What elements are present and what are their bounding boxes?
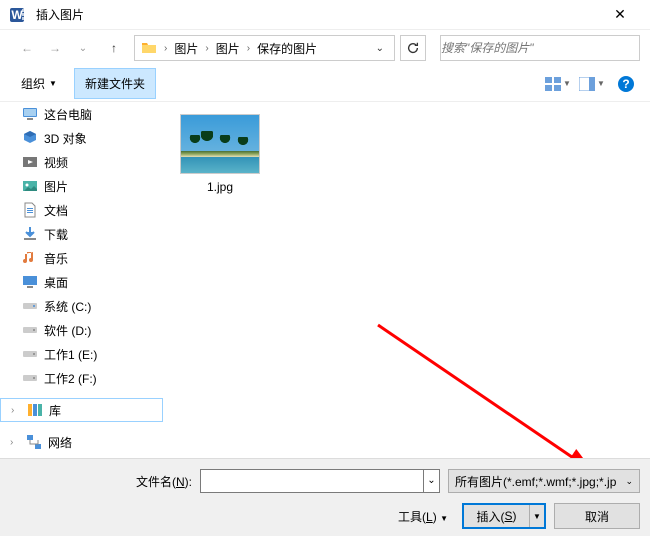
sidebar-item-label: 工作2 (F:) (44, 370, 97, 387)
window-title: 插入图片 (36, 6, 600, 23)
sidebar-item-documents[interactable]: 文档 (0, 198, 163, 222)
filter-text: 所有图片(*.emf;*.wmf;*.jpg;*.jp (455, 473, 625, 490)
sidebar-item-drive-d[interactable]: 软件 (D:) (0, 318, 163, 342)
filename-input[interactable] (200, 469, 424, 493)
desktop-icon (22, 274, 38, 290)
recent-dropdown[interactable]: ⌄ (72, 37, 94, 59)
organize-button[interactable]: 组织 ▼ (10, 68, 68, 99)
sidebar-item-label: 这台电脑 (44, 106, 92, 123)
sidebar-item-desktop[interactable]: 桌面 (0, 270, 163, 294)
library-icon (27, 402, 43, 418)
pictures-icon (22, 178, 38, 194)
cancel-button[interactable]: 取消 (554, 503, 640, 529)
file-list[interactable]: 1.jpg (163, 102, 650, 502)
music-icon (22, 250, 38, 266)
breadcrumb-sep: › (161, 43, 170, 54)
search-box[interactable] (440, 35, 640, 61)
sidebar-item-drive-f[interactable]: 工作2 (F:) (0, 366, 163, 390)
sidebar-item-pictures[interactable]: 图片 (0, 174, 163, 198)
sidebar-item-this-pc[interactable]: 这台电脑 (0, 102, 163, 126)
back-button[interactable]: ← (16, 37, 38, 59)
chevron-down-icon: ▼ (597, 79, 605, 88)
download-icon (22, 226, 38, 242)
breadcrumb-dropdown[interactable]: ⌄ (372, 43, 388, 54)
file-thumbnail (180, 114, 260, 174)
drive-icon (22, 346, 38, 362)
filetype-filter[interactable]: 所有图片(*.emf;*.wmf;*.jpg;*.jp ⌄ (448, 469, 640, 493)
toolbar: 组织 ▼ 新建文件夹 ▼ ▼ ? (0, 66, 650, 102)
main-area: 这台电脑 3D 对象 视频 图片 文档 下载 音乐 桌面 (0, 102, 650, 502)
breadcrumb-bar[interactable]: › 图片 › 图片 › 保存的图片 ⌄ (134, 35, 395, 61)
search-input[interactable] (441, 41, 611, 55)
refresh-button[interactable] (400, 35, 426, 61)
sidebar-item-libraries[interactable]: › 库 (0, 398, 163, 422)
sidebar-item-drive-e[interactable]: 工作1 (E:) (0, 342, 163, 366)
file-name: 1.jpg (175, 180, 265, 194)
filename-dropdown[interactable]: ⌄ (424, 469, 440, 493)
sidebar-item-network[interactable]: › 网络 (0, 430, 163, 454)
chevron-down-icon: ⌄ (625, 476, 633, 487)
drive-icon (22, 298, 38, 314)
folder-icon (141, 40, 157, 56)
sidebar-item-drive-c[interactable]: 系统 (C:) (0, 294, 163, 318)
breadcrumb-item[interactable]: 图片 (216, 40, 240, 57)
help-button[interactable]: ? (612, 73, 640, 95)
sidebar-item-label: 音乐 (44, 250, 68, 267)
sidebar-item-downloads[interactable]: 下载 (0, 222, 163, 246)
filename-label: 文件名(N): (136, 473, 192, 490)
sidebar-item-label: 网络 (48, 434, 72, 451)
documents-icon (22, 202, 38, 218)
chevron-down-icon: ▼ (49, 79, 57, 88)
annotation-arrow (373, 320, 603, 480)
sidebar-item-label: 桌面 (44, 274, 68, 291)
preview-pane-button[interactable]: ▼ (578, 73, 606, 95)
forward-button[interactable]: → (44, 37, 66, 59)
chevron-down-icon: ▼ (563, 79, 571, 88)
navigation-bar: ← → ⌄ ↑ › 图片 › 图片 › 保存的图片 ⌄ (0, 30, 650, 66)
sidebar-item-label: 库 (49, 402, 61, 419)
bottom-panel: 文件名(N): ⌄ 所有图片(*.emf;*.wmf;*.jpg;*.jp ⌄ … (0, 458, 650, 536)
chevron-right-icon: › (11, 405, 21, 416)
new-folder-button[interactable]: 新建文件夹 (74, 68, 156, 99)
pc-icon (22, 106, 38, 122)
breadcrumb-item[interactable]: 图片 (174, 40, 198, 57)
svg-text:W: W (11, 8, 23, 22)
close-button[interactable]: ✕ (600, 1, 640, 29)
insert-button[interactable]: 插入(S) ▼ (462, 503, 546, 529)
breadcrumb-sep: › (202, 43, 211, 54)
insert-button-main[interactable]: 插入(S) (464, 505, 530, 527)
sidebar-item-videos[interactable]: 视频 (0, 150, 163, 174)
drive-icon (22, 370, 38, 386)
video-icon (22, 154, 38, 170)
sidebar[interactable]: 这台电脑 3D 对象 视频 图片 文档 下载 音乐 桌面 (0, 102, 163, 502)
breadcrumb-item[interactable]: 保存的图片 (257, 40, 317, 57)
title-bar: W 插入图片 ✕ (0, 0, 650, 30)
view-mode-button[interactable]: ▼ (544, 73, 572, 95)
sidebar-item-label: 3D 对象 (44, 130, 87, 147)
sidebar-item-label: 工作1 (E:) (44, 346, 97, 363)
sidebar-item-label: 视频 (44, 154, 68, 171)
sidebar-item-label: 系统 (C:) (44, 298, 91, 315)
chevron-right-icon: › (10, 437, 20, 448)
insert-button-dropdown[interactable]: ▼ (530, 505, 544, 527)
file-item[interactable]: 1.jpg (175, 114, 265, 194)
word-icon: W (10, 6, 28, 24)
3d-icon (22, 130, 38, 146)
svg-text:?: ? (622, 77, 629, 91)
tools-button[interactable]: 工具(L) ▼ (398, 508, 448, 525)
sidebar-item-music[interactable]: 音乐 (0, 246, 163, 270)
drive-icon (22, 322, 38, 338)
up-button[interactable]: ↑ (104, 38, 124, 58)
sidebar-item-label: 下载 (44, 226, 68, 243)
sidebar-item-label: 图片 (44, 178, 68, 195)
organize-label: 组织 (21, 75, 45, 92)
breadcrumb-sep: › (244, 43, 253, 54)
sidebar-item-3d[interactable]: 3D 对象 (0, 126, 163, 150)
chevron-down-icon: ▼ (440, 514, 448, 523)
network-icon (26, 434, 42, 450)
sidebar-item-label: 文档 (44, 202, 68, 219)
sidebar-item-label: 软件 (D:) (44, 322, 91, 339)
